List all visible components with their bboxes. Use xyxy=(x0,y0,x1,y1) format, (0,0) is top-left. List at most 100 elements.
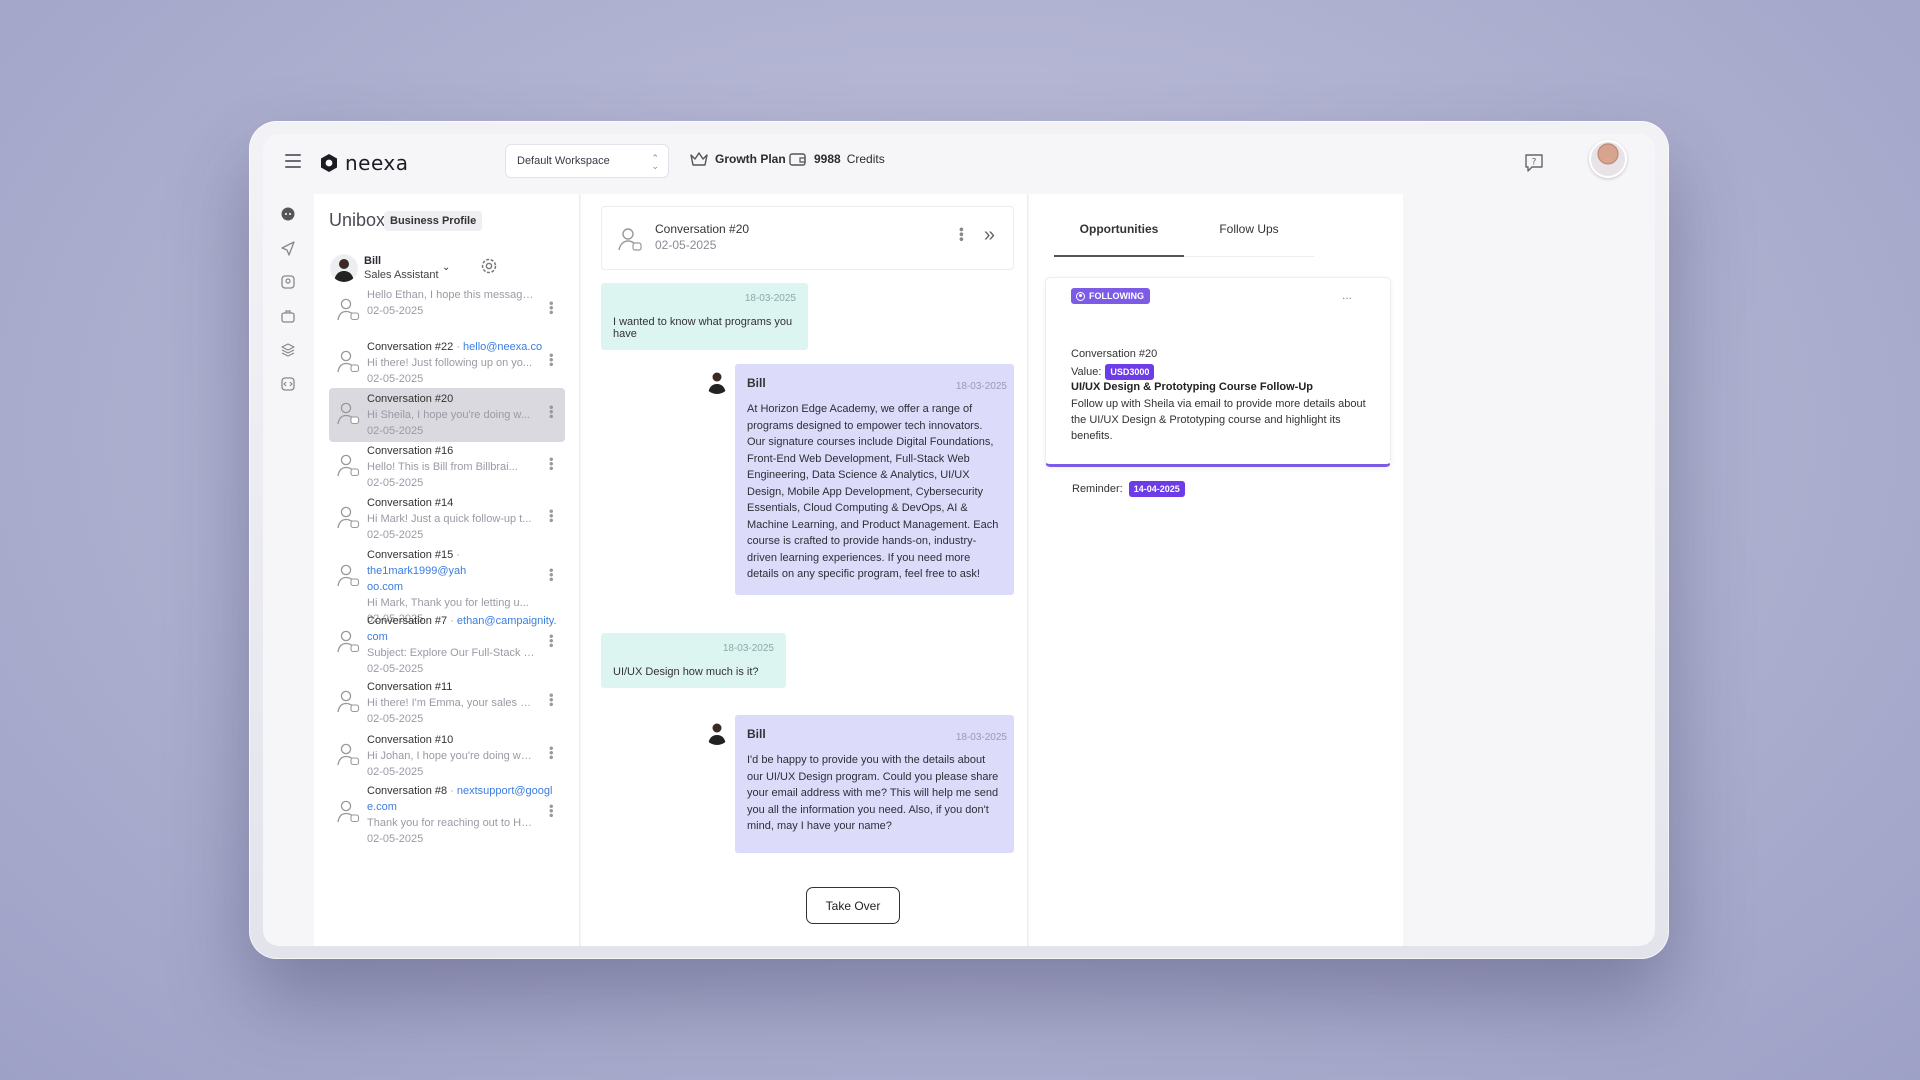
conversation-email-cont[interactable]: oo.com xyxy=(367,581,403,593)
details-tabs: Opportunities Follow Ups xyxy=(1054,222,1314,257)
user-placeholder-icon xyxy=(335,562,361,588)
conversation-item[interactable]: Conversation #8 · nextsupport@googl e.com… xyxy=(329,780,565,850)
user-placeholder-icon xyxy=(335,798,361,824)
user-placeholder-icon xyxy=(335,400,361,426)
conversation-email[interactable]: ethan@campaignity. xyxy=(457,615,557,627)
value-label: Value: xyxy=(1071,366,1102,378)
bot-avatar xyxy=(704,368,730,394)
conversation-item[interactable]: Conversation #7 · ethan@campaignity. com S… xyxy=(329,610,565,680)
message-user: 18-03-2025 UI/UX Design how much is it? xyxy=(601,633,786,688)
conversation-name: Conversation #22 · hello@neexa.co xyxy=(367,339,557,355)
message-text: UI/UX Design how much is it? xyxy=(613,666,759,678)
gear-icon[interactable] xyxy=(479,256,499,276)
chat-more-icon[interactable]: ••• xyxy=(954,227,970,242)
conversation-item[interactable]: Conversation #11 Hi there! I'm Emma, your… xyxy=(329,676,565,730)
plan-indicator[interactable]: Growth Plan xyxy=(689,150,786,168)
conversation-title: Conversation #14 xyxy=(367,497,454,509)
send-icon[interactable] xyxy=(280,240,296,256)
message-bot: Bill 18-03-2025 At Horizon Edge Academy,… xyxy=(735,364,1014,595)
help-chat-icon[interactable]: ? xyxy=(1523,152,1545,174)
conversation-item[interactable]: Conversation #20 Hi Sheila, I hope you're… xyxy=(329,388,565,442)
message-user: 18-03-2025 I wanted to know what program… xyxy=(601,283,808,350)
kebab-menu-icon[interactable]: ••• xyxy=(544,746,559,760)
conversation-email-cont[interactable]: e.com xyxy=(367,801,397,813)
conversation-email-cont[interactable]: com xyxy=(367,631,388,643)
conversation-email[interactable]: hello@neexa.co xyxy=(463,341,542,353)
conversation-preview: Hello! This is Bill from Billbrai... xyxy=(367,461,518,473)
business-profile-badge[interactable]: Business Profile xyxy=(384,211,483,231)
kebab-menu-icon[interactable]: ••• xyxy=(544,804,559,818)
conversation-item[interactable]: Conversation #22 · hello@neexa.co Hi ther… xyxy=(329,336,565,390)
message-text: I'd be happy to provide you with the det… xyxy=(747,754,999,832)
briefcase-icon[interactable] xyxy=(280,308,296,324)
opportunity-description: Follow up with Sheila via email to provi… xyxy=(1071,398,1366,442)
agent-select[interactable]: Bill Sales Assistant ⌄ xyxy=(330,250,460,286)
tab-follow-ups[interactable]: Follow Ups xyxy=(1184,222,1314,257)
status-label: FOLLOWING xyxy=(1089,291,1144,301)
opportunity-card[interactable]: FOLLOWING ... Conversation #20 Value: US… xyxy=(1045,277,1391,467)
app-screen: neexa Default Workspace ⌃ ⌄ Growth Plan 9… xyxy=(263,134,1655,946)
user-placeholder-icon xyxy=(618,228,642,251)
contacts-icon[interactable] xyxy=(280,274,296,290)
conversation-item[interactable]: Conversation #10 Hi Johan, I hope you're … xyxy=(329,729,565,783)
value-pill: USD3000 xyxy=(1105,364,1155,380)
opportunity-title: UI/UX Design & Prototyping Course Follow… xyxy=(1071,381,1313,393)
conversation-item[interactable]: Hello Ethan, I hope this message... 02-05… xyxy=(329,290,565,322)
conversation-email[interactable]: the1mark1999@yah xyxy=(367,565,466,577)
credits-value: 9988 xyxy=(814,152,841,166)
kebab-menu-icon[interactable]: ••• xyxy=(544,405,559,419)
status-badge: FOLLOWING xyxy=(1071,288,1150,304)
workspace-select[interactable]: Default Workspace ⌃ ⌄ xyxy=(505,144,669,178)
conversation-item[interactable]: Conversation #16 Hello! This is Bill from… xyxy=(329,440,565,494)
menu-icon[interactable] xyxy=(285,154,301,168)
kebab-menu-icon[interactable]: ••• xyxy=(544,509,559,523)
conversation-preview: Hi Johan, I hope you're doing wel... xyxy=(367,750,537,762)
layers-icon[interactable] xyxy=(280,342,296,358)
message-bot: Bill 18-03-2025 I'd be happy to provide … xyxy=(735,715,1014,853)
page-title: Unibox xyxy=(329,210,386,230)
conversation-title: Conversation #10 xyxy=(367,734,454,746)
separator: · xyxy=(447,785,457,797)
conversation-item[interactable]: Conversation #14 Hi Mark! Just a quick fo… xyxy=(329,492,565,546)
kebab-menu-icon[interactable]: ••• xyxy=(544,457,559,471)
kebab-menu-icon[interactable]: ••• xyxy=(544,301,559,315)
message-date: 18-03-2025 xyxy=(955,732,1007,743)
conversation-title: Conversation #15 xyxy=(367,549,454,561)
crown-icon xyxy=(690,152,708,166)
message-date: 18-03-2025 xyxy=(955,381,1007,392)
kebab-menu-icon[interactable]: ••• xyxy=(544,353,559,367)
plan-label: Growth Plan xyxy=(715,152,786,166)
code-icon[interactable] xyxy=(280,376,296,392)
conversation-date: 02-05-2025 xyxy=(367,425,424,437)
message-text: I wanted to know what programs you have xyxy=(613,316,793,340)
conversation-email[interactable]: nextsupport@googl xyxy=(457,785,553,797)
conversation-title: Conversation #20 xyxy=(367,393,454,405)
brand-logo[interactable]: neexa xyxy=(319,151,409,175)
credits-indicator[interactable]: 9988 Credits xyxy=(788,150,885,168)
double-chevron-right-icon[interactable]: » xyxy=(984,224,995,247)
take-over-button[interactable]: Take Over xyxy=(806,887,900,924)
conversation-preview: Hi Mark, Thank you for letting u... xyxy=(367,597,529,609)
top-bar: neexa Default Workspace ⌃ ⌄ Growth Plan 9… xyxy=(263,134,1655,194)
user-placeholder-icon xyxy=(335,504,361,530)
separator: · xyxy=(447,615,457,627)
user-avatar[interactable] xyxy=(1589,140,1627,178)
user-placeholder-icon xyxy=(335,452,361,478)
separator: · xyxy=(453,341,464,353)
status-icon xyxy=(1076,291,1085,301)
kebab-menu-icon[interactable]: ••• xyxy=(544,634,559,648)
message-date: 18-03-2025 xyxy=(722,643,774,654)
kebab-menu-icon[interactable]: ••• xyxy=(544,568,559,582)
conversation-date: 02-05-2025 xyxy=(367,477,424,489)
card-more-icon[interactable]: ... xyxy=(1342,288,1352,302)
conversation-title: Conversation #11 xyxy=(367,681,453,693)
user-placeholder-icon xyxy=(335,688,361,714)
message-text: At Horizon Edge Academy, we offer a rang… xyxy=(747,403,999,580)
separator: · xyxy=(453,549,460,561)
kebab-menu-icon[interactable]: ••• xyxy=(544,693,559,707)
tab-opportunities[interactable]: Opportunities xyxy=(1054,222,1184,257)
conversation-date: 02-05-2025 xyxy=(367,529,424,541)
chat-icon[interactable] xyxy=(280,206,296,222)
wallet-icon xyxy=(789,153,806,166)
conversation-list[interactable]: Hello Ethan, I hope this message... 02-05… xyxy=(314,290,580,946)
